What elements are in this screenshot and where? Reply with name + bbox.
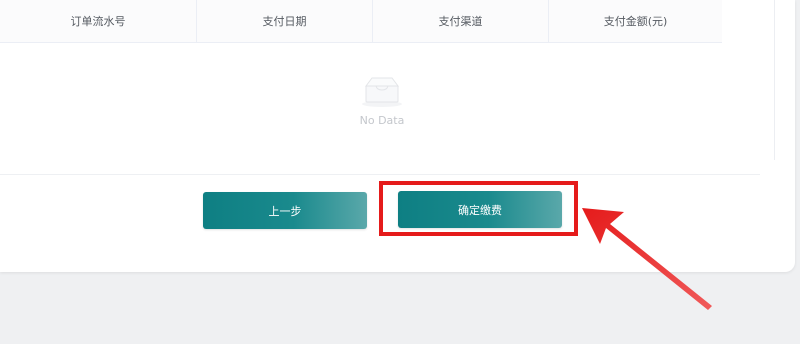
divider [0,174,760,175]
empty-state: No Data [322,74,442,144]
column-header-pay-channel: 支付渠道 [373,0,549,42]
table-header: 订单流水号 支付日期 支付渠道 支付金额(元) [0,0,722,43]
empty-state-text: No Data [359,114,405,127]
column-header-order-number: 订单流水号 [0,0,197,42]
column-header-pay-date: 支付日期 [197,0,373,42]
empty-box-icon [362,77,402,107]
column-header-pay-amount: 支付金额(元) [603,15,668,28]
highlight-box [379,181,578,236]
previous-step-button[interactable]: 上一步 [203,192,367,229]
page: 订单流水号 支付日期 支付渠道 支付金额(元) No Data 上一步 确定缴费 [0,0,800,344]
table-right-edge [774,0,775,160]
annotation-arrow-icon [582,208,712,310]
